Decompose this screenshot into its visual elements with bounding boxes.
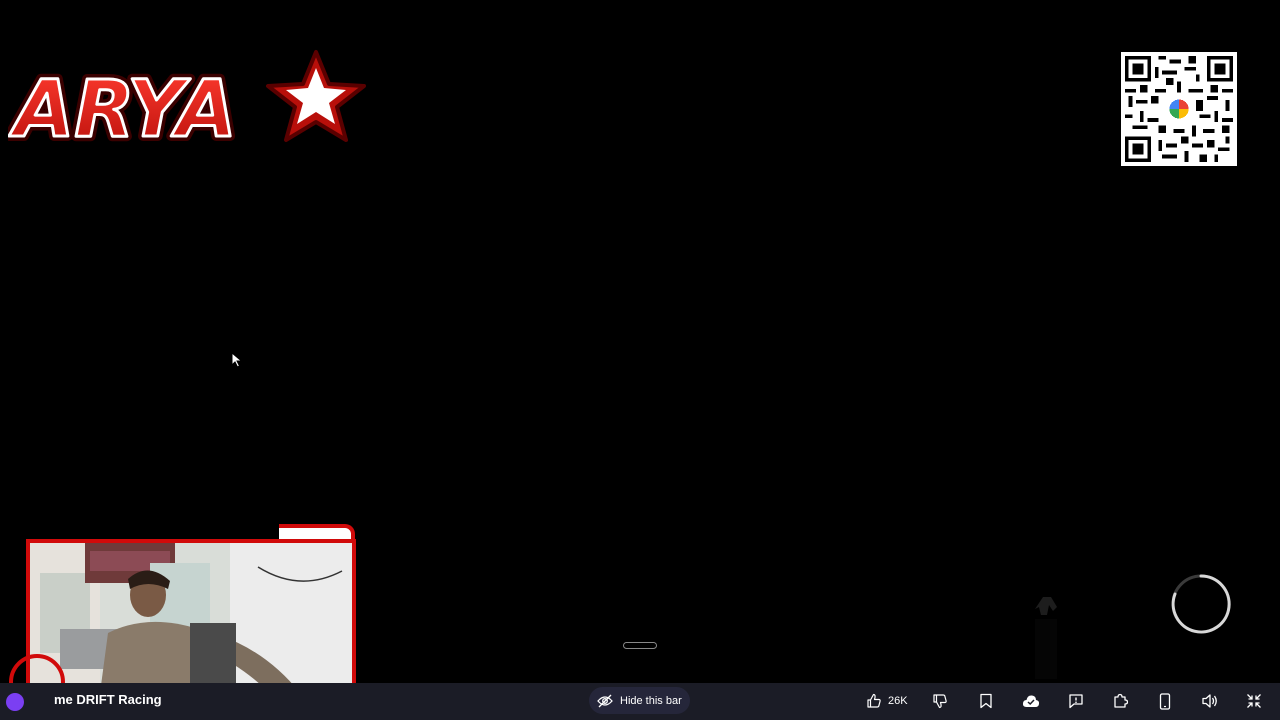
exit-fullscreen-icon	[1247, 694, 1261, 708]
game-title: me DRIFT Racing	[54, 692, 162, 707]
hide-bar-label: Hide this bar	[620, 694, 682, 707]
like-button[interactable]: 26K	[866, 691, 908, 711]
hide-bar-button[interactable]: Hide this bar	[589, 687, 690, 714]
logo-text: ARYA	[8, 65, 237, 155]
bookmark-button[interactable]	[979, 691, 993, 711]
dislike-button[interactable]	[932, 691, 948, 711]
eye-slash-icon	[597, 694, 613, 707]
webcam-feed	[26, 539, 356, 697]
audio-button[interactable]	[1201, 691, 1219, 711]
bar-drag-handle[interactable]	[623, 642, 657, 649]
thumbs-up-icon	[867, 693, 881, 708]
app-badge-icon	[6, 693, 24, 711]
streamer-logo: ARYA ARYA	[8, 44, 376, 160]
like-count: 26K	[888, 695, 908, 707]
bottom-toolbar: me DRIFT Racing Hide this bar 26K	[0, 683, 1280, 720]
qr-code	[1121, 52, 1237, 166]
speaker-icon	[1202, 694, 1217, 708]
cloud-save-button[interactable]	[1022, 691, 1040, 711]
mobile-button[interactable]	[1159, 691, 1171, 711]
game-character-silhouette	[1005, 585, 1085, 683]
report-button[interactable]	[1068, 691, 1084, 711]
report-flag-icon	[1069, 694, 1083, 709]
puzzle-icon	[1114, 693, 1128, 708]
spinner-icon	[1170, 573, 1232, 635]
cloud-check-icon	[1022, 695, 1040, 707]
phone-icon	[1159, 692, 1171, 710]
star-icon	[266, 50, 366, 142]
exit-fullscreen-button[interactable]	[1246, 691, 1262, 711]
mouse-cursor	[231, 351, 243, 368]
bookmark-icon	[980, 693, 992, 709]
thumbs-down-icon	[933, 694, 947, 709]
extensions-button[interactable]	[1112, 691, 1128, 711]
